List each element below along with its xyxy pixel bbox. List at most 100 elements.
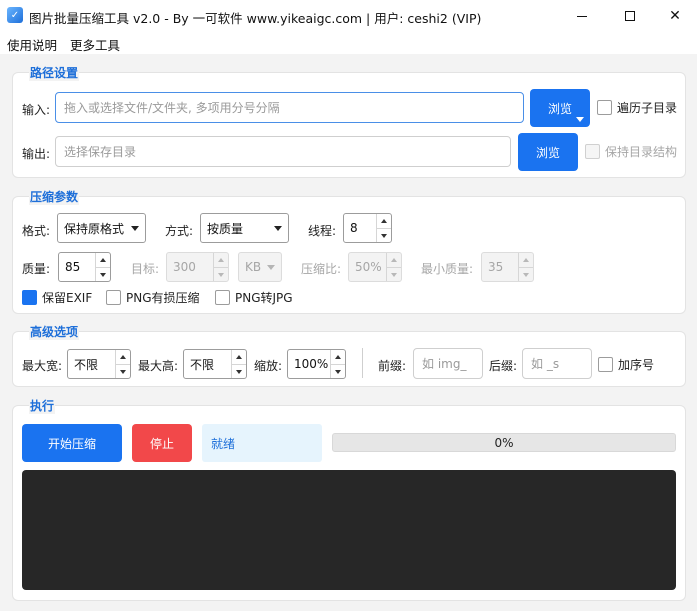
target-size-stepper[interactable] — [213, 253, 228, 281]
format-label: 格式: — [22, 224, 51, 238]
chevron-down-icon — [274, 226, 282, 231]
ratio-value: 50% — [355, 260, 382, 274]
advanced-divider — [362, 348, 363, 378]
stop-button[interactable]: 停止 — [132, 424, 192, 462]
recursive-checkbox-box — [597, 100, 612, 115]
add-sequence-checkbox[interactable]: 加序号 — [598, 356, 654, 373]
chevron-down-icon — [131, 226, 139, 231]
threads-stepper[interactable] — [376, 214, 391, 242]
keep-exif-checkbox[interactable]: 保留EXIF — [22, 289, 92, 306]
step-up-icon — [335, 355, 341, 359]
step-down-icon — [391, 272, 397, 277]
mode-select-value: 按质量 — [207, 221, 244, 236]
target-label: 目标: — [131, 262, 160, 276]
execute-title: 执行 — [29, 397, 56, 414]
min-quality-label: 最小质量: — [421, 262, 474, 276]
suffix-input[interactable]: 如 _s — [522, 348, 592, 379]
window-title: 图片批量压缩工具 v2.0 - By 一可软件 www.yikeaigc.com… — [29, 11, 482, 26]
step-up-icon — [391, 258, 397, 262]
output-browse-button[interactable]: 浏览 — [518, 133, 578, 171]
scale-stepper[interactable] — [330, 350, 345, 378]
keep-structure-checkbox[interactable]: 保持目录结构 — [585, 143, 677, 160]
max-height-spinbox[interactable]: 不限 — [183, 349, 247, 379]
keep-structure-checkbox-label: 保持目录结构 — [605, 145, 678, 159]
progress-bar: 0% — [332, 433, 676, 452]
step-up-icon — [381, 219, 387, 223]
max-width-spinbox[interactable]: 不限 — [67, 349, 131, 379]
log-output[interactable] — [22, 470, 676, 590]
png-lossy-checkbox-box — [106, 290, 121, 305]
max-height-stepper[interactable] — [231, 350, 246, 378]
dropdown-caret-icon — [576, 117, 584, 122]
target-size-spinbox[interactable]: 300 — [166, 252, 229, 282]
quality-spinbox[interactable]: 85 — [58, 252, 111, 282]
maximize-button[interactable] — [607, 0, 653, 32]
png-lossy-checkbox[interactable]: PNG有损压缩 — [106, 289, 200, 306]
keep-exif-checkbox-box — [22, 290, 37, 305]
output-path-field[interactable]: 选择保存目录 — [55, 136, 511, 167]
step-up-icon — [100, 258, 106, 262]
close-button[interactable]: ✕ — [652, 0, 697, 32]
title-bar: ✓ 图片批量压缩工具 v2.0 - By 一可软件 www.yikeaigc.c… — [0, 0, 697, 32]
step-up-icon — [218, 258, 224, 262]
threads-spinbox[interactable]: 8 — [343, 213, 392, 243]
progress-text: 0% — [494, 435, 514, 450]
threads-label: 线程: — [308, 224, 337, 238]
mode-select[interactable]: 按质量 — [200, 213, 289, 243]
prefix-label: 前缀: — [378, 359, 407, 373]
format-select[interactable]: 保持原格式 — [57, 213, 146, 243]
format-select-value: 保持原格式 — [64, 221, 125, 236]
menu-item-help[interactable]: 使用说明 — [7, 35, 57, 54]
png-to-jpg-checkbox[interactable]: PNG转JPG — [215, 289, 293, 306]
menu-item-more-tools[interactable]: 更多工具 — [70, 35, 120, 54]
app-icon: ✓ — [7, 7, 23, 23]
input-browse-button[interactable]: 浏览 — [530, 89, 590, 127]
menu-bar: 使用说明 更多工具 — [0, 32, 697, 54]
compress-params-title: 压缩参数 — [29, 188, 80, 205]
maximize-icon — [625, 11, 635, 21]
target-unit-select[interactable]: KB — [238, 252, 282, 282]
png-lossy-checkbox-label: PNG有损压缩 — [126, 291, 200, 305]
suffix-label: 后缀: — [489, 359, 518, 373]
step-down-icon — [523, 272, 529, 277]
keep-structure-checkbox-box — [585, 144, 600, 159]
output-label: 输出: — [22, 147, 51, 161]
prefix-input[interactable]: 如 img_ — [413, 348, 483, 379]
max-width-label: 最大宽: — [22, 359, 63, 373]
max-height-label: 最大高: — [138, 359, 179, 373]
step-down-icon — [218, 272, 224, 277]
quality-label: 质量: — [22, 262, 51, 276]
max-width-value: 不限 — [74, 357, 99, 372]
recursive-checkbox[interactable]: 遍历子目录 — [597, 99, 677, 116]
quality-value: 85 — [65, 260, 81, 274]
quality-stepper[interactable] — [95, 253, 110, 281]
start-compress-button[interactable]: 开始压缩 — [22, 424, 122, 462]
scale-spinbox[interactable]: 100% — [287, 349, 346, 379]
keep-exif-checkbox-label: 保留EXIF — [42, 291, 93, 305]
ratio-stepper[interactable] — [386, 253, 401, 281]
input-path-field[interactable]: 拖入或选择文件/文件夹, 多项用分号分隔 — [55, 92, 524, 123]
step-down-icon — [381, 233, 387, 238]
input-label: 输入: — [22, 103, 51, 117]
minimize-button[interactable] — [559, 0, 605, 32]
png-to-jpg-checkbox-label: PNG转JPG — [235, 291, 293, 305]
add-sequence-checkbox-label: 加序号 — [618, 358, 655, 372]
step-down-icon — [335, 369, 341, 374]
chevron-down-icon — [267, 265, 275, 270]
scale-value: 100% — [294, 357, 329, 371]
step-up-icon — [120, 355, 126, 359]
ratio-spinbox[interactable]: 50% — [348, 252, 402, 282]
step-up-icon — [523, 258, 529, 262]
status-badge: 就绪 — [202, 424, 322, 462]
input-browse-label: 浏览 — [547, 101, 572, 116]
recursive-checkbox-label: 遍历子目录 — [617, 101, 678, 115]
threads-value: 8 — [350, 221, 358, 235]
png-to-jpg-checkbox-box — [215, 290, 230, 305]
min-quality-value: 35 — [488, 260, 504, 274]
step-down-icon — [236, 369, 242, 374]
min-quality-spinbox[interactable]: 35 — [481, 252, 534, 282]
minimize-icon — [577, 15, 587, 17]
path-settings-title: 路径设置 — [29, 64, 80, 81]
max-width-stepper[interactable] — [115, 350, 130, 378]
min-quality-stepper[interactable] — [518, 253, 533, 281]
